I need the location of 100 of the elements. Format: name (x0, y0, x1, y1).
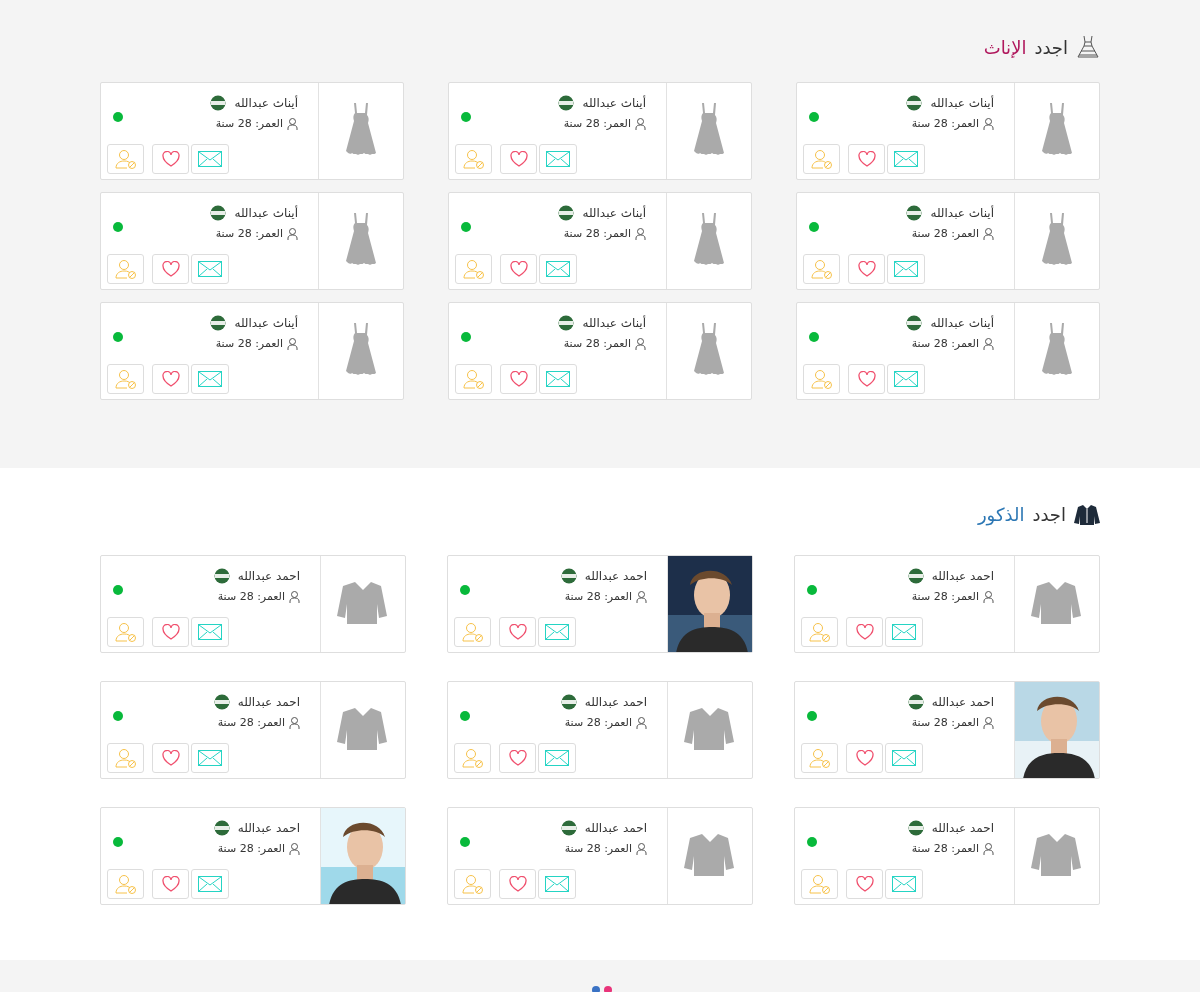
person-icon (287, 227, 298, 240)
user-block-icon (461, 874, 484, 894)
message-button[interactable] (191, 617, 229, 647)
member-age: العمر: 28 سنة (217, 842, 285, 855)
envelope-icon (198, 371, 222, 387)
member-age: العمر: 28 سنة (564, 590, 632, 603)
favorite-button[interactable] (152, 617, 189, 647)
block-user-button[interactable] (801, 617, 838, 647)
block-user-button[interactable] (454, 869, 491, 899)
member-name: احمد عبدالله (584, 821, 647, 835)
person-icon (983, 716, 994, 729)
flag-icon (213, 820, 230, 836)
block-user-button[interactable] (107, 144, 144, 174)
flag-icon (560, 568, 577, 584)
block-user-button[interactable] (455, 364, 492, 394)
person-icon (983, 842, 994, 855)
message-button[interactable] (887, 144, 925, 174)
block-user-button[interactable] (107, 617, 144, 647)
message-button[interactable] (885, 617, 923, 647)
message-button[interactable] (191, 743, 229, 773)
favorite-button[interactable] (846, 617, 883, 647)
person-icon (983, 117, 994, 130)
message-button[interactable] (538, 743, 576, 773)
favorite-button[interactable] (846, 743, 883, 773)
block-user-button[interactable] (803, 254, 840, 284)
message-button[interactable] (887, 254, 925, 284)
message-button[interactable] (538, 617, 576, 647)
user-block-icon (114, 622, 137, 642)
favorite-button[interactable] (152, 144, 189, 174)
heart-icon (508, 750, 527, 766)
user-block-icon (114, 874, 137, 894)
message-button[interactable] (539, 144, 577, 174)
block-user-button[interactable] (801, 743, 838, 773)
section-title: اجدد (1034, 36, 1068, 58)
envelope-icon (198, 750, 222, 766)
jacket-icon (684, 708, 736, 752)
heart-icon (509, 371, 528, 387)
block-user-button[interactable] (454, 617, 491, 647)
favorite-button[interactable] (848, 254, 885, 284)
favorite-button[interactable] (499, 743, 536, 773)
favorite-button[interactable] (846, 869, 883, 899)
heart-icon (161, 624, 180, 640)
favorite-button[interactable] (499, 869, 536, 899)
message-button[interactable] (539, 254, 577, 284)
section-title: اجدد (1032, 504, 1066, 525)
envelope-icon (545, 624, 569, 640)
favorite-button[interactable] (152, 364, 189, 394)
member-age: العمر: 28 سنة (563, 227, 631, 240)
message-button[interactable] (191, 364, 229, 394)
person-icon (636, 590, 647, 603)
user-block-icon (114, 259, 137, 279)
block-user-button[interactable] (455, 254, 492, 284)
block-user-button[interactable] (803, 364, 840, 394)
favorite-button[interactable] (500, 364, 537, 394)
member-name: أيناث عبدالله (582, 316, 646, 330)
flag-icon (558, 95, 575, 111)
person-icon (287, 337, 298, 350)
block-user-button[interactable] (107, 869, 144, 899)
member-name: أيناث عبدالله (234, 316, 298, 330)
message-button[interactable] (885, 743, 923, 773)
block-user-button[interactable] (801, 869, 838, 899)
member-name: أيناث عبدالله (930, 206, 994, 220)
message-button[interactable] (885, 869, 923, 899)
message-button[interactable] (191, 144, 229, 174)
favorite-button[interactable] (499, 617, 536, 647)
message-button[interactable] (538, 869, 576, 899)
favorite-button[interactable] (152, 869, 189, 899)
user-block-icon (810, 149, 833, 169)
block-user-button[interactable] (454, 743, 491, 773)
member-name: احمد عبدالله (237, 821, 300, 835)
flag-icon (213, 568, 230, 584)
flag-icon (560, 820, 577, 836)
envelope-icon (546, 371, 570, 387)
message-button[interactable] (887, 364, 925, 394)
envelope-icon (892, 750, 916, 766)
member-name: احمد عبدالله (931, 821, 994, 835)
message-button[interactable] (539, 364, 577, 394)
member-age: العمر: 28 سنة (563, 337, 631, 350)
member-name: احمد عبدالله (931, 695, 994, 709)
member-age: العمر: 28 سنة (564, 716, 632, 729)
message-button[interactable] (191, 254, 229, 284)
favorite-button[interactable] (848, 364, 885, 394)
block-user-button[interactable] (803, 144, 840, 174)
flag-icon (558, 205, 575, 221)
favorite-button[interactable] (500, 254, 537, 284)
user-block-icon (114, 748, 137, 768)
block-user-button[interactable] (107, 364, 144, 394)
favorite-button[interactable] (500, 144, 537, 174)
user-block-icon (810, 369, 833, 389)
user-block-icon (462, 369, 485, 389)
heart-icon (855, 750, 874, 766)
block-user-button[interactable] (455, 144, 492, 174)
member-name: احمد عبدالله (931, 569, 994, 583)
message-button[interactable] (191, 869, 229, 899)
favorite-button[interactable] (152, 743, 189, 773)
favorite-button[interactable] (152, 254, 189, 284)
favorite-button[interactable] (848, 144, 885, 174)
block-user-button[interactable] (107, 254, 144, 284)
block-user-button[interactable] (107, 743, 144, 773)
member-age: العمر: 28 سنة (911, 842, 979, 855)
